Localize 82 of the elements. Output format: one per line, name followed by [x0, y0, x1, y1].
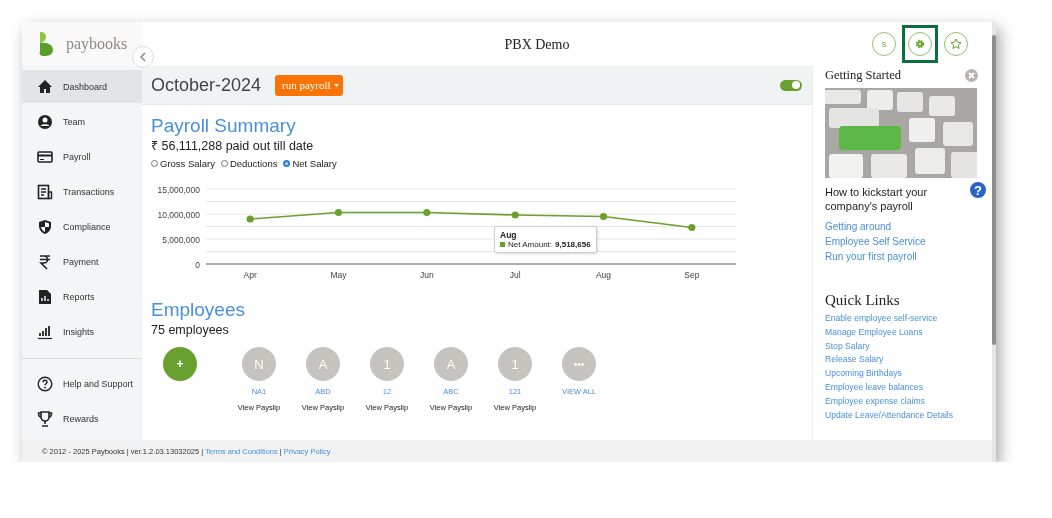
- quick-link[interactable]: Enable employee self-service: [825, 313, 938, 323]
- axis-label: 5,000,000: [162, 234, 200, 245]
- help-link[interactable]: Run your first payroll: [825, 251, 917, 262]
- sidebar-item[interactable]: Help and Support: [22, 367, 142, 400]
- help-icon: [37, 375, 53, 392]
- sidebar-item[interactable]: Reports: [22, 280, 142, 313]
- sidebar-item[interactable]: Dashboard: [22, 70, 142, 103]
- trophy-icon: [37, 410, 53, 427]
- legend-swatch: [500, 242, 505, 247]
- sidebar-item[interactable]: Transactions: [22, 175, 142, 208]
- panel-caption: How to kickstart your company's payroll: [825, 185, 929, 213]
- data-point[interactable]: [688, 223, 696, 232]
- quick-link[interactable]: Update Leave/Attendance Details: [825, 409, 954, 420]
- panel-title: Quick Links: [825, 292, 901, 309]
- rupee-icon: [37, 253, 53, 270]
- panel-title: Getting Started: [825, 68, 902, 83]
- axis-label: 10,000,000: [157, 209, 200, 220]
- data-point[interactable]: [334, 208, 343, 217]
- sidebar-item[interactable]: Compliance: [22, 210, 142, 243]
- period-title: October-2024: [151, 74, 262, 96]
- section-heading: Employees: [151, 299, 246, 321]
- quick-link[interactable]: Stop Salary: [825, 340, 870, 351]
- data-point[interactable]: [423, 208, 431, 217]
- sidebar-item[interactable]: Rewards: [22, 402, 142, 435]
- report-icon: [37, 288, 53, 305]
- tooltip-label: Net Amount:: [508, 240, 553, 249]
- home-icon: [37, 78, 53, 95]
- data-point[interactable]: [246, 215, 254, 223]
- toggle-switch[interactable]: [780, 79, 802, 91]
- star-icon: [950, 38, 962, 50]
- axis-label: Apr: [243, 270, 257, 280]
- avatar: A: [306, 347, 340, 381]
- avatar: N: [242, 347, 276, 381]
- radio-option[interactable]: Net Salary: [283, 158, 337, 169]
- avatar: A: [434, 347, 468, 381]
- receipt-icon: [37, 183, 53, 200]
- tooltip-title: Aug: [500, 230, 518, 240]
- axis-label: Jul: [509, 270, 521, 280]
- logo-text: paybooks: [66, 35, 128, 53]
- user-icon: [37, 113, 53, 130]
- employee-count: 75 employees: [151, 322, 230, 339]
- axis-label: 15,000,000: [157, 184, 200, 195]
- user-button[interactable]: s: [872, 32, 896, 56]
- tooltip-value: 9,518,656: [555, 240, 591, 249]
- add-employee-button[interactable]: +: [163, 347, 197, 381]
- quick-link[interactable]: Release Salary: [825, 354, 884, 365]
- radio-option[interactable]: Gross Salary: [151, 158, 215, 169]
- data-point[interactable]: [599, 212, 608, 221]
- axis-label: May: [330, 270, 347, 280]
- settings-icon: [915, 39, 925, 49]
- sidebar-item[interactable]: Payroll: [22, 140, 142, 173]
- data-point[interactable]: [511, 211, 519, 219]
- quick-link[interactable]: Manage Employee Loans: [825, 326, 923, 337]
- avatar: 1: [498, 347, 532, 381]
- help-button[interactable]: ?: [968, 180, 988, 200]
- sidebar-item[interactable]: Team: [22, 105, 142, 138]
- bar-chart-icon: [37, 323, 53, 340]
- page-title: PBX Demo: [504, 37, 570, 52]
- chevron-left-icon: [139, 52, 147, 62]
- help-link[interactable]: Employee Self Service: [825, 236, 926, 247]
- section-heading: Payroll Summary: [151, 115, 297, 137]
- axis-label: 0: [195, 259, 200, 270]
- quick-link[interactable]: Upcoming Birthdays: [825, 368, 902, 379]
- settings-button[interactable]: [908, 32, 932, 56]
- shield-icon: [37, 218, 53, 235]
- scrollbar[interactable]: [992, 22, 996, 462]
- favorite-button[interactable]: [944, 32, 968, 56]
- axis-label: Jun: [419, 270, 434, 280]
- total-paid-text: ₹ 56,111,288 paid out till date: [151, 138, 315, 155]
- caret-icon: [333, 83, 339, 87]
- avatar: 1: [370, 347, 404, 381]
- run-payroll-button[interactable]: run payroll: [275, 74, 343, 96]
- quick-link[interactable]: Employee leave balances: [825, 382, 923, 392]
- axis-label: Sep: [684, 270, 700, 280]
- close-icon[interactable]: [965, 69, 978, 82]
- quick-link[interactable]: Employee expense claims: [825, 395, 925, 406]
- sidebar-item[interactable]: Insights: [22, 315, 142, 348]
- radio-option[interactable]: Deductions: [220, 158, 278, 169]
- help-link[interactable]: Getting around: [825, 221, 892, 232]
- axis-label: Aug: [595, 270, 612, 280]
- card-icon: [37, 148, 53, 165]
- sidebar-item[interactable]: Payment: [22, 245, 142, 278]
